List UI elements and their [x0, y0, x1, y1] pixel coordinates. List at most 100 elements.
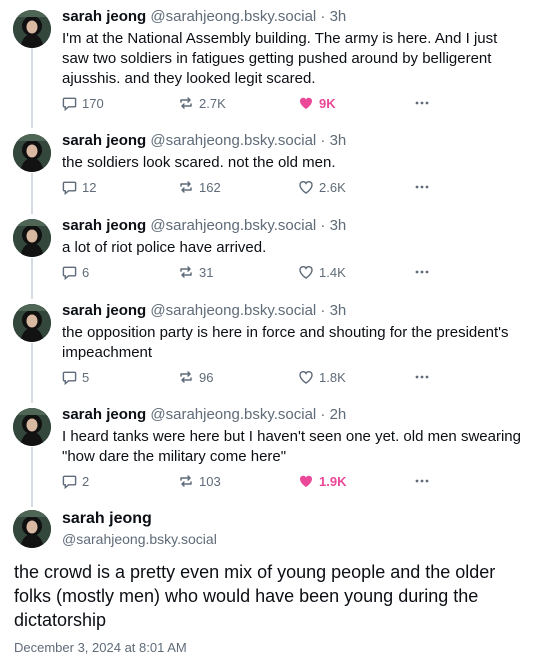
- author-handle[interactable]: @sarahjeong.bsky.social: [62, 531, 217, 547]
- repost-count: 103: [199, 473, 221, 489]
- like-button[interactable]: 2.6K: [298, 178, 346, 196]
- post-actions: 170 2.7K 9K: [62, 94, 522, 112]
- like-button[interactable]: 1.9K: [298, 472, 346, 490]
- avatar[interactable]: [13, 134, 51, 172]
- heart-icon: [299, 181, 313, 194]
- author-handle[interactable]: @sarahjeong.bsky.social: [150, 132, 316, 149]
- reply-button[interactable]: 170: [62, 94, 104, 112]
- avatar[interactable]: [13, 510, 51, 548]
- like-count: 9K: [319, 95, 336, 111]
- separator-dot: ·: [320, 8, 326, 25]
- repost-button[interactable]: 162: [178, 178, 221, 196]
- more-dots-icon: [415, 479, 429, 483]
- post-time[interactable]: 2h: [330, 406, 347, 423]
- author-name[interactable]: sarah jeong: [62, 217, 146, 234]
- repost-icon: [180, 181, 192, 193]
- main-post: sarah jeong @sarahjeong.bsky.social the …: [0, 510, 540, 662]
- repost-icon: [180, 266, 192, 278]
- reply-icon: [62, 181, 77, 195]
- post-header: sarah jeong @sarahjeong.bsky.social · 2h: [62, 406, 346, 424]
- reply-icon: [62, 97, 77, 111]
- like-count: 1.8K: [319, 369, 346, 385]
- post-text: a lot of riot police have arrived.: [62, 239, 267, 256]
- thread-post[interactable]: sarah jeong @sarahjeong.bsky.social · 3h…: [0, 8, 540, 120]
- post-text: the crowd is a pretty even mix of young …: [14, 562, 496, 630]
- post-header: sarah jeong @sarahjeong.bsky.social · 3h: [62, 302, 346, 320]
- separator-dot: ·: [320, 132, 326, 149]
- like-button[interactable]: 1.4K: [298, 263, 346, 281]
- post-text: the soldiers look scared. not the old me…: [62, 154, 336, 171]
- repost-icon: [180, 371, 192, 383]
- reply-button[interactable]: 2: [62, 472, 89, 490]
- post-actions: 6 31 1.4K: [62, 263, 522, 281]
- more-options-button[interactable]: [414, 94, 430, 112]
- avatar[interactable]: [13, 304, 51, 342]
- post-header: sarah jeong @sarahjeong.bsky.social · 3h: [62, 217, 346, 235]
- post-time[interactable]: 3h: [330, 132, 347, 149]
- like-button[interactable]: 9K: [298, 94, 336, 112]
- author-handle[interactable]: @sarahjeong.bsky.social: [150, 406, 316, 423]
- repost-count: 162: [199, 179, 221, 195]
- post-actions: 2 103 1.9K: [62, 472, 522, 490]
- like-button[interactable]: 1.8K: [298, 368, 346, 386]
- like-count: 1.4K: [319, 264, 346, 280]
- reply-icon: [62, 371, 77, 385]
- more-dots-icon: [415, 101, 429, 105]
- post-header: sarah jeong @sarahjeong.bsky.social · 3h: [62, 8, 346, 26]
- more-dots-icon: [415, 375, 429, 379]
- author-handle[interactable]: @sarahjeong.bsky.social: [150, 8, 316, 25]
- avatar[interactable]: [13, 219, 51, 257]
- reply-count: 2: [82, 473, 90, 489]
- heart-filled-icon: [299, 97, 313, 109]
- repost-count: 2.7K: [199, 95, 226, 111]
- heart-icon: [299, 266, 313, 279]
- more-options-button[interactable]: [414, 178, 430, 196]
- post-timestamp[interactable]: December 3, 2024 at 8:01 AM: [14, 640, 187, 655]
- post-time[interactable]: 3h: [330, 217, 347, 234]
- repost-button[interactable]: 103: [178, 472, 221, 490]
- heart-icon: [299, 371, 313, 384]
- reply-icon: [62, 475, 77, 489]
- thread-post[interactable]: sarah jeong @sarahjeong.bsky.social · 3h…: [0, 132, 540, 208]
- more-options-button[interactable]: [414, 263, 430, 281]
- author-handle[interactable]: @sarahjeong.bsky.social: [150, 217, 316, 234]
- repost-icon: [180, 97, 192, 109]
- separator-dot: ·: [320, 406, 326, 423]
- post-header: sarah jeong @sarahjeong.bsky.social · 3h: [62, 132, 346, 150]
- author-name[interactable]: sarah jeong: [62, 302, 146, 319]
- repost-button[interactable]: 2.7K: [178, 94, 226, 112]
- post-time[interactable]: 3h: [330, 302, 347, 319]
- heart-filled-icon: [299, 475, 313, 487]
- separator-dot: ·: [320, 217, 326, 234]
- reply-count: 170: [82, 95, 104, 111]
- reply-button[interactable]: 6: [62, 263, 89, 281]
- reply-count: 6: [82, 264, 90, 280]
- author-name[interactable]: sarah jeong: [62, 510, 152, 528]
- post-text: I'm at the National Assembly building. T…: [62, 30, 498, 87]
- more-dots-icon: [415, 270, 429, 274]
- thread-post[interactable]: sarah jeong @sarahjeong.bsky.social · 2h…: [0, 406, 540, 502]
- reply-count: 12: [82, 179, 97, 195]
- thread-post[interactable]: sarah jeong @sarahjeong.bsky.social · 3h…: [0, 217, 540, 293]
- author-handle[interactable]: @sarahjeong.bsky.social: [150, 302, 316, 319]
- reply-button[interactable]: 5: [62, 368, 89, 386]
- author-name[interactable]: sarah jeong: [62, 8, 146, 25]
- like-count: 1.9K: [319, 473, 347, 489]
- author-name[interactable]: sarah jeong: [62, 132, 146, 149]
- repost-button[interactable]: 31: [178, 263, 213, 281]
- thread-post[interactable]: sarah jeong @sarahjeong.bsky.social · 3h…: [0, 302, 540, 398]
- repost-count: 96: [199, 369, 214, 385]
- post-text: the opposition party is here in force an…: [62, 324, 509, 361]
- separator-dot: ·: [320, 302, 326, 319]
- repost-button[interactable]: 96: [178, 368, 213, 386]
- like-count: 2.6K: [319, 179, 346, 195]
- reply-button[interactable]: 12: [62, 178, 96, 196]
- avatar[interactable]: [13, 10, 51, 48]
- repost-count: 31: [199, 264, 214, 280]
- avatar[interactable]: [13, 408, 51, 446]
- post-time[interactable]: 3h: [330, 8, 347, 25]
- more-options-button[interactable]: [414, 368, 430, 386]
- post-text: I heard tanks were here but I haven't se…: [62, 428, 521, 465]
- author-name[interactable]: sarah jeong: [62, 406, 146, 423]
- more-options-button[interactable]: [414, 472, 430, 490]
